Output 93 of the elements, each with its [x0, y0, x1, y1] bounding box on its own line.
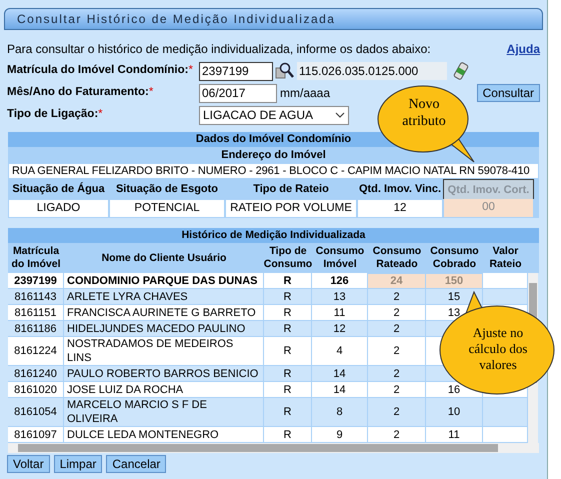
column-header: Tipo de Consumo — [264, 244, 312, 272]
table-cell: 2 — [368, 427, 426, 443]
table-cell: R — [264, 366, 312, 382]
eraser-icon[interactable] — [453, 62, 469, 80]
column-header: Consumo Rateado — [372, 244, 422, 272]
table-cell: 8161224 — [8, 337, 64, 366]
column-header: Consumo Imóvel — [314, 244, 366, 272]
table-cell: 12 — [312, 321, 368, 337]
column-header: Nome do Cliente Usuário — [100, 250, 228, 266]
table-cell: 12 — [357, 199, 443, 218]
search-icon[interactable] — [275, 62, 295, 80]
field-label: Tipo de Ligação: — [7, 107, 98, 122]
table-cell: DULCE LEDA MONTENEGRO — [64, 427, 264, 443]
table-cell: R — [264, 382, 312, 398]
table-cell: R — [264, 273, 312, 289]
column-header: Tipo de Rateio — [252, 182, 330, 197]
table-cell: 8 — [312, 398, 368, 427]
column-header: Valor Rateio — [488, 244, 523, 272]
table-cell: R — [264, 305, 312, 321]
table-cell: R — [264, 337, 312, 366]
table-cell: FRANCISCA AURINETE G BARRETO — [64, 305, 264, 321]
field-label: Matrícula do Imóvel Condomínio: — [7, 63, 188, 78]
action-button[interactable]: Limpar — [54, 455, 102, 473]
table-cell: 2 — [368, 289, 426, 305]
required-mark: * — [148, 85, 154, 100]
callout-text: Novo atributo — [401, 96, 447, 130]
table-cell: 8161240 — [8, 366, 64, 382]
table-cell: 2397199 — [8, 273, 64, 289]
column-header: Matrícula do Imóvel — [10, 244, 62, 272]
table-cell: NOSTRADAMOS DE MEDEIROS LINS — [64, 337, 264, 366]
table-cell: POTENCIAL — [109, 199, 225, 218]
address-value: RUA GENERAL FELIZARDO BRITO - NUMERO - 2961 - BLOCO C - CAPIM MACIO NATAL RN 59078-410 — [8, 163, 539, 179]
callout-text: Ajuste no cálculo dos valores — [468, 325, 528, 373]
table-cell: 8161151 — [8, 305, 64, 321]
column-header: Qtd. Imov. Cort. — [443, 179, 534, 199]
table-cell: 15 — [426, 289, 483, 305]
column-header: Consumo Cobrado — [429, 244, 480, 272]
table-cell: 8161054 — [8, 398, 64, 427]
table-cell: JOSE LUIZ DA ROCHA — [64, 382, 264, 398]
consultar-button[interactable]: Consultar — [476, 84, 540, 102]
action-button[interactable]: Voltar — [7, 455, 50, 473]
table-cell: 13 — [312, 289, 368, 305]
table-cell: 2 — [368, 305, 426, 321]
table-cell: 2 — [368, 366, 426, 382]
column-header: Situação de Água — [11, 181, 106, 197]
matricula-field[interactable]: 2397199 — [199, 62, 273, 80]
table-cell: 11 — [312, 305, 368, 321]
table-cell: 2 — [368, 382, 426, 398]
table-cell: 14 — [312, 382, 368, 398]
address-heading: Endereço do Imóvel — [8, 147, 539, 163]
table-cell: 9 — [312, 427, 368, 443]
field-label: Mês/Ano do Faturamento: — [7, 85, 149, 100]
window-title: Consultar Histórico de Medição Individualizada — [4, 8, 543, 30]
table-cell: 126 — [312, 273, 368, 289]
connection-type-select[interactable]: LIGACAO DE AGUA — [199, 106, 349, 124]
table-cell: 2 — [368, 321, 426, 337]
table-cell: HIDELJUNDES MACEDO PAULINO — [64, 321, 264, 337]
table-cell: 2 — [368, 398, 426, 427]
column-header: Situação de Esgoto — [114, 182, 220, 197]
chevron-icon — [335, 112, 345, 118]
table-cell: LIGADO — [8, 199, 109, 218]
date-format-hint: mm/aaaa — [280, 85, 330, 102]
table-cell: PAULO ROBERTO BARROS BENICIO — [64, 366, 264, 382]
table-cell: MARCELO MARCIO S F DE OLIVEIRA — [64, 398, 264, 427]
horizontal-scrollbar[interactable] — [8, 443, 539, 453]
table-cell: 11 — [426, 427, 483, 443]
table-cell: 8161186 — [8, 321, 64, 337]
column-header: Qtd. Imov. Vinc. — [358, 182, 442, 197]
table-cell: R — [264, 289, 312, 305]
required-mark: * — [188, 63, 193, 78]
table-cell: 10 — [426, 398, 483, 427]
table-cell: R — [264, 427, 312, 443]
table-cell: 24 — [368, 273, 426, 289]
required-mark: * — [98, 107, 103, 122]
table-cell: R — [264, 398, 312, 427]
table-cell: 4 — [312, 337, 368, 366]
table-cell: 150 — [426, 273, 483, 289]
table-cell: ARLETE LYRA CHAVES — [64, 289, 264, 305]
property-code: 115.026.035.0125.000 — [297, 62, 447, 80]
table-cell: RATEIO POR VOLUME — [225, 199, 357, 218]
table-cell: 8161143 — [8, 289, 64, 305]
table-cell: R — [264, 321, 312, 337]
help-link[interactable]: Ajuda — [506, 40, 540, 58]
table-cell: CONDOMINIO PARQUE DAS DUNAS — [64, 273, 264, 289]
table-cell: 8161020 — [8, 382, 64, 398]
date-field[interactable]: 06/2017 — [199, 84, 277, 102]
table-cell: 00 — [443, 199, 534, 218]
action-button[interactable]: Cancelar — [106, 455, 166, 473]
section-header: Histórico de Medição Individualizada — [8, 228, 539, 243]
intro-text: Para consultar o histórico de medição individualizada, informe os dados abaixo: — [7, 41, 431, 58]
table-cell: 2 — [368, 337, 426, 366]
table-cell: 14 — [312, 366, 368, 382]
table-cell: 8161097 — [8, 427, 64, 443]
